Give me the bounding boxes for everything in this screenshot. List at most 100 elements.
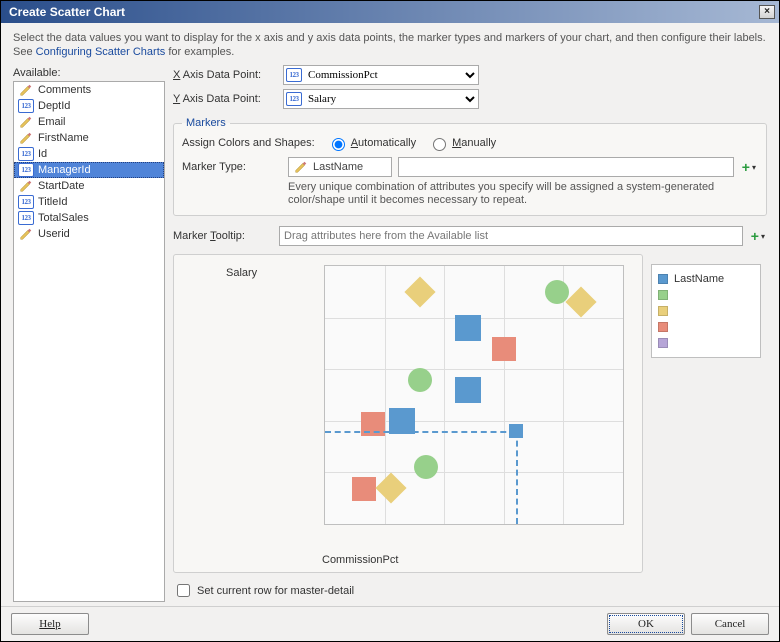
available-item[interactable]: Userid xyxy=(14,226,164,242)
marker-type-hint: Every unique combination of attributes y… xyxy=(288,181,728,207)
chart-preview: Salary CommissionPct xyxy=(173,254,643,573)
plus-icon: + xyxy=(742,159,750,175)
configuring-scatter-charts-link[interactable]: Configuring Scatter Charts xyxy=(36,46,166,58)
legend-swatch xyxy=(658,274,668,284)
text-attribute-icon xyxy=(18,179,34,193)
crosshair-v xyxy=(516,431,518,524)
chart-marker[interactable] xyxy=(414,455,438,479)
master-detail-checkbox[interactable] xyxy=(177,584,190,597)
chart-marker[interactable] xyxy=(352,477,376,501)
x-axis-select-wrap: 123 CommissionPct xyxy=(283,65,479,85)
master-detail-row: Set current row for master-detail xyxy=(173,581,767,600)
x-axis-label: X Axis Data Point: xyxy=(173,69,277,81)
available-item-label: Comments xyxy=(38,84,91,96)
legend-panel: LastName xyxy=(651,264,761,358)
chart-marker[interactable] xyxy=(566,287,597,318)
marker-tooltip-label: Marker Tooltip: xyxy=(173,230,273,242)
available-item[interactable]: 123 DeptId xyxy=(14,98,164,114)
y-axis-row: Y Axis Data Point: 123 Salary xyxy=(173,89,767,109)
y-axis-title: Salary xyxy=(226,267,257,279)
chart-marker[interactable] xyxy=(389,408,415,434)
available-item[interactable]: StartDate xyxy=(14,178,164,194)
legend-swatch xyxy=(658,306,668,316)
intro-text: Select the data values you want to displ… xyxy=(13,31,767,59)
numeric-icon: 123 xyxy=(18,99,34,113)
assign-manual-radio[interactable] xyxy=(433,138,446,151)
available-panel: Available: Comments 123 DeptId Email FirstNa… xyxy=(13,65,165,602)
y-axis-select[interactable]: Salary xyxy=(283,89,479,109)
available-item-label: TotalSales xyxy=(38,212,89,224)
legend-swatch xyxy=(658,322,668,332)
assign-auto[interactable]: Automatically xyxy=(327,135,416,151)
marker-type-drop[interactable] xyxy=(398,157,734,177)
assign-row: Assign Colors and Shapes: Automatically … xyxy=(182,135,758,151)
text-attribute-icon xyxy=(18,227,34,241)
numeric-icon: 123 xyxy=(18,163,34,177)
x-axis-title: CommissionPct xyxy=(322,554,398,566)
y-axis-label: Y Axis Data Point: xyxy=(173,93,277,105)
available-item[interactable]: 123TotalSales xyxy=(14,210,164,226)
numeric-icon: 123 xyxy=(18,147,34,161)
marker-tooltip-add-button[interactable]: + ▾ xyxy=(749,226,767,246)
close-icon[interactable]: × xyxy=(759,5,775,19)
available-item-label: Id xyxy=(38,148,47,160)
assign-label: Assign Colors and Shapes: xyxy=(182,137,315,149)
dialog-title: Create Scatter Chart xyxy=(9,5,125,19)
available-item-label: DeptId xyxy=(38,100,70,112)
chevron-down-icon: ▾ xyxy=(761,232,765,241)
config-panel: X Axis Data Point: 123 CommissionPct Y A… xyxy=(173,65,767,602)
available-item-label: Userid xyxy=(38,228,70,240)
legend-swatch xyxy=(658,290,668,300)
available-item[interactable]: 123 TitleId xyxy=(14,194,164,210)
cancel-button[interactable]: Cancel xyxy=(691,613,769,635)
chevron-down-icon: ▾ xyxy=(752,163,756,172)
available-item-label: TitleId xyxy=(38,196,68,208)
marker-tooltip-field[interactable]: Drag attributes here from the Available … xyxy=(279,226,743,246)
text-attribute-icon xyxy=(18,83,34,97)
markers-legend: Markers xyxy=(182,117,230,129)
master-detail-label: Set current row for master-detail xyxy=(197,585,354,597)
available-item-label: StartDate xyxy=(38,180,84,192)
plot-area xyxy=(324,265,624,525)
text-attribute-icon xyxy=(18,115,34,129)
available-item[interactable]: 123ManagerId xyxy=(14,162,164,178)
help-button[interactable]: Help xyxy=(11,613,89,635)
ok-button[interactable]: OK xyxy=(607,613,685,635)
text-attribute-icon xyxy=(293,160,309,174)
available-item[interactable]: Email xyxy=(14,114,164,130)
numeric-icon: 123 xyxy=(18,195,34,209)
main-row: Available: Comments 123 DeptId Email FirstNa… xyxy=(13,65,767,602)
assign-auto-radio[interactable] xyxy=(332,138,345,151)
assign-manual[interactable]: Manually xyxy=(428,135,496,151)
text-attribute-icon xyxy=(18,131,34,145)
legend-title: LastName xyxy=(674,273,724,285)
available-item[interactable]: FirstName xyxy=(14,130,164,146)
chart-marker[interactable] xyxy=(455,315,481,341)
marker-type-value: LastName xyxy=(313,161,363,173)
marker-type-add-button[interactable]: + ▾ xyxy=(740,157,758,177)
marker-type-field[interactable]: LastName xyxy=(288,157,392,177)
create-scatter-chart-dialog: Create Scatter Chart × Select the data v… xyxy=(0,0,780,642)
x-axis-select[interactable]: CommissionPct xyxy=(283,65,479,85)
available-item[interactable]: Comments xyxy=(14,82,164,98)
preview-wrap: Salary CommissionPct LastName xyxy=(173,254,767,573)
chart-marker[interactable] xyxy=(408,368,432,392)
chart-marker[interactable] xyxy=(492,337,516,361)
available-list[interactable]: Comments 123 DeptId Email FirstName 123 Id 123M… xyxy=(13,81,165,602)
numeric-icon: 123 xyxy=(286,68,302,82)
chart-marker[interactable] xyxy=(455,377,481,403)
dialog-body: Select the data values you want to displ… xyxy=(1,23,779,606)
numeric-icon: 123 xyxy=(286,92,302,106)
marker-tooltip-row: Marker Tooltip: Drag attributes here fro… xyxy=(173,226,767,246)
marker-type-row: Marker Type: LastName + ▾ xyxy=(182,157,758,177)
plus-icon: + xyxy=(751,228,759,244)
chart-marker[interactable] xyxy=(375,472,406,503)
titlebar: Create Scatter Chart × xyxy=(1,1,779,23)
y-axis-select-wrap: 123 Salary xyxy=(283,89,479,109)
crosshair-h xyxy=(325,431,516,433)
markers-fieldset: Markers Assign Colors and Shapes: Automa… xyxy=(173,117,767,216)
available-label: Available: xyxy=(13,67,165,79)
available-item-label: FirstName xyxy=(38,132,89,144)
chart-marker[interactable] xyxy=(405,276,436,307)
available-item[interactable]: 123 Id xyxy=(14,146,164,162)
